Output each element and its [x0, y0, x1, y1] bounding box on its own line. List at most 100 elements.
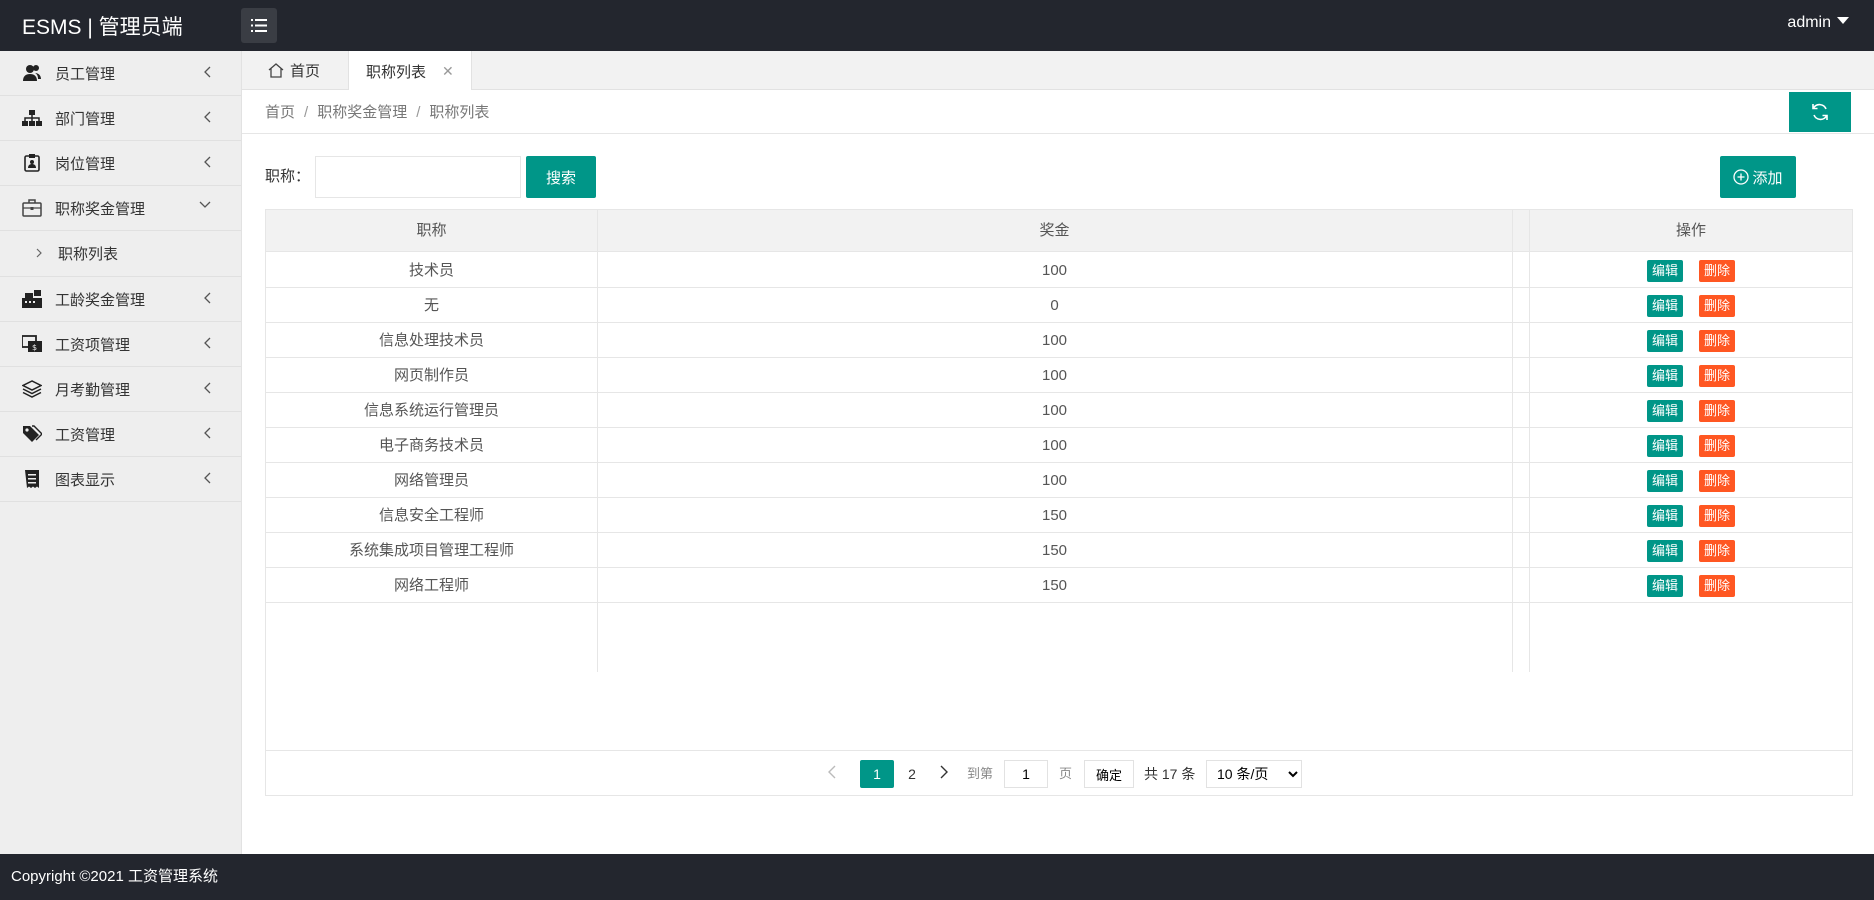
- title-search-input[interactable]: [315, 156, 521, 198]
- tab-title-list-label: 职称列表: [366, 63, 427, 81]
- layers-icon: [22, 379, 42, 399]
- pagination-confirm-button[interactable]: 确定: [1084, 760, 1134, 788]
- tab-home-label: 首页: [290, 63, 321, 80]
- chevron-left-icon: [204, 337, 211, 349]
- edit-button[interactable]: 编辑: [1646, 329, 1683, 352]
- sitemap-icon: [22, 108, 42, 128]
- sidebar-item-departments[interactable]: 部门管理: [0, 96, 241, 141]
- breadcrumb-home[interactable]: 首页: [265, 104, 295, 121]
- sidebar-item-charts[interactable]: 图表显示: [0, 457, 241, 502]
- delete-button[interactable]: 删除: [1699, 329, 1736, 352]
- column-header-actions: 操作: [1675, 222, 1706, 239]
- edit-button[interactable]: 编辑: [1646, 399, 1683, 422]
- sidebar-item-seniority-bonus[interactable]: 工龄奖金管理: [0, 277, 241, 322]
- title-table: 职称 奖金 操作 技术员 100 编辑 删除无 0 编辑 删除 信息处理技术员 100 编辑 删除网…: [265, 209, 1853, 796]
- sidebar-item-label: 岗位管理: [55, 155, 116, 173]
- cell-title: 网页制作员: [393, 367, 469, 384]
- sidebar-item-salary[interactable]: 工资管理: [0, 412, 241, 457]
- edit-button[interactable]: 编辑: [1646, 469, 1683, 492]
- delete-button[interactable]: 删除: [1699, 399, 1736, 422]
- edit-button[interactable]: 编辑: [1646, 259, 1683, 282]
- breadcrumb-parent[interactable]: 职称奖金管理: [317, 104, 407, 121]
- pagination-current-page[interactable]: 1: [860, 760, 894, 788]
- cell-actions: 编辑 删除: [1530, 463, 1852, 498]
- delete-button[interactable]: 删除: [1699, 539, 1736, 562]
- sidebar-item-label: 月考勤管理: [55, 381, 131, 399]
- tags-icon: [22, 424, 42, 444]
- cell-bonus: 150: [1041, 577, 1068, 594]
- hamburger-icon: [251, 19, 267, 32]
- sidebar-item-salary-items[interactable]: $ 工资项管理: [0, 322, 241, 367]
- column-header-title: 职称: [416, 222, 447, 239]
- table-row: 网络工程师 150 编辑 删除: [266, 568, 1852, 603]
- pagination-page-2[interactable]: 2: [902, 760, 922, 788]
- pagination: 1 2 到第 页 确定 共 17 条 10 条/页: [266, 750, 1852, 796]
- pagination-page-size-select[interactable]: 10 条/页: [1206, 760, 1302, 788]
- copyright-text: Copyright ©2021 工资管理系统: [11, 868, 218, 885]
- menu-toggle-button[interactable]: [241, 8, 277, 43]
- home-icon: [268, 63, 284, 78]
- sidebar-item-label: 部门管理: [55, 110, 116, 128]
- briefcase-icon: [22, 198, 42, 218]
- svg-text:$: $: [32, 343, 37, 352]
- breadcrumb-bar: 首页 / 职称奖金管理 / 职称列表: [242, 90, 1874, 134]
- breadcrumb-current: 职称列表: [429, 104, 490, 121]
- sidebar-item-attendance[interactable]: 月考勤管理: [0, 367, 241, 412]
- delete-button[interactable]: 删除: [1699, 294, 1736, 317]
- top-header: ESMS | 管理员端 admin: [0, 0, 1874, 51]
- cell-bonus: 150: [1041, 507, 1068, 524]
- add-button[interactable]: 添加: [1720, 156, 1796, 198]
- cell-title: 信息处理技术员: [378, 332, 484, 349]
- sidebar-item-employees[interactable]: 员工管理: [0, 51, 241, 96]
- cell-actions: 编辑 删除: [1530, 253, 1852, 288]
- delete-button[interactable]: 删除: [1699, 469, 1736, 492]
- pagination-next-icon[interactable]: [940, 760, 948, 788]
- tab-bar: 首页 职称列表 ✕: [242, 51, 1874, 91]
- delete-button[interactable]: 删除: [1699, 364, 1736, 387]
- delete-button[interactable]: 删除: [1699, 434, 1736, 457]
- footer: Copyright ©2021 工资管理系统: [0, 854, 1874, 900]
- refresh-button[interactable]: [1789, 92, 1851, 132]
- column-header-bonus: 奖金: [1039, 222, 1070, 239]
- delete-button[interactable]: 删除: [1699, 574, 1736, 597]
- cell-bonus: 100: [1041, 437, 1068, 454]
- edit-button[interactable]: 编辑: [1646, 539, 1683, 562]
- table-row: 网页制作员 100 编辑 删除: [266, 358, 1852, 393]
- close-icon[interactable]: ✕: [442, 63, 454, 80]
- column-divider: [597, 210, 598, 672]
- cell-bonus: 100: [1041, 332, 1068, 349]
- receipt-icon: [22, 469, 42, 489]
- sidebar-item-title-bonus[interactable]: 职称奖金管理: [0, 186, 241, 231]
- delete-button[interactable]: 删除: [1699, 259, 1736, 282]
- cell-bonus: 100: [1041, 472, 1068, 489]
- cell-bonus: 150: [1041, 542, 1068, 559]
- sidebar-item-label: 图表显示: [55, 471, 116, 489]
- cell-actions: 编辑 删除: [1530, 288, 1852, 323]
- chevron-down-icon: [199, 201, 211, 208]
- sidebar-subitem-title-list[interactable]: 职称列表: [0, 231, 241, 277]
- edit-button[interactable]: 编辑: [1646, 294, 1683, 317]
- sidebar-subitem-label: 职称列表: [58, 246, 119, 263]
- table-row: 信息系统运行管理员 100 编辑 删除: [266, 393, 1852, 428]
- user-menu[interactable]: admin: [1787, 14, 1849, 32]
- cell-title: 电子商务技术员: [378, 437, 484, 454]
- edit-button[interactable]: 编辑: [1646, 434, 1683, 457]
- tab-home[interactable]: 首页: [268, 51, 320, 90]
- cell-title: 技术员: [408, 262, 454, 279]
- cell-bonus: 100: [1041, 262, 1068, 279]
- sidebar-item-positions[interactable]: 岗位管理: [0, 141, 241, 186]
- edit-button[interactable]: 编辑: [1646, 364, 1683, 387]
- pagination-prev-icon[interactable]: [828, 760, 836, 788]
- breadcrumb: 首页 / 职称奖金管理 / 职称列表: [265, 101, 489, 122]
- search-button[interactable]: 搜索: [526, 156, 596, 198]
- table-row: 信息安全工程师 150 编辑 删除: [266, 498, 1852, 533]
- breadcrumb-separator: /: [416, 104, 421, 121]
- users-icon: [22, 63, 42, 83]
- table-row: 电子商务技术员 100 编辑 删除: [266, 428, 1852, 463]
- tab-title-list[interactable]: 职称列表 ✕: [348, 51, 472, 91]
- chevron-left-icon: [204, 382, 211, 394]
- pagination-goto-input[interactable]: [1004, 760, 1048, 788]
- delete-button[interactable]: 删除: [1699, 504, 1736, 527]
- edit-button[interactable]: 编辑: [1646, 574, 1683, 597]
- edit-button[interactable]: 编辑: [1646, 504, 1683, 527]
